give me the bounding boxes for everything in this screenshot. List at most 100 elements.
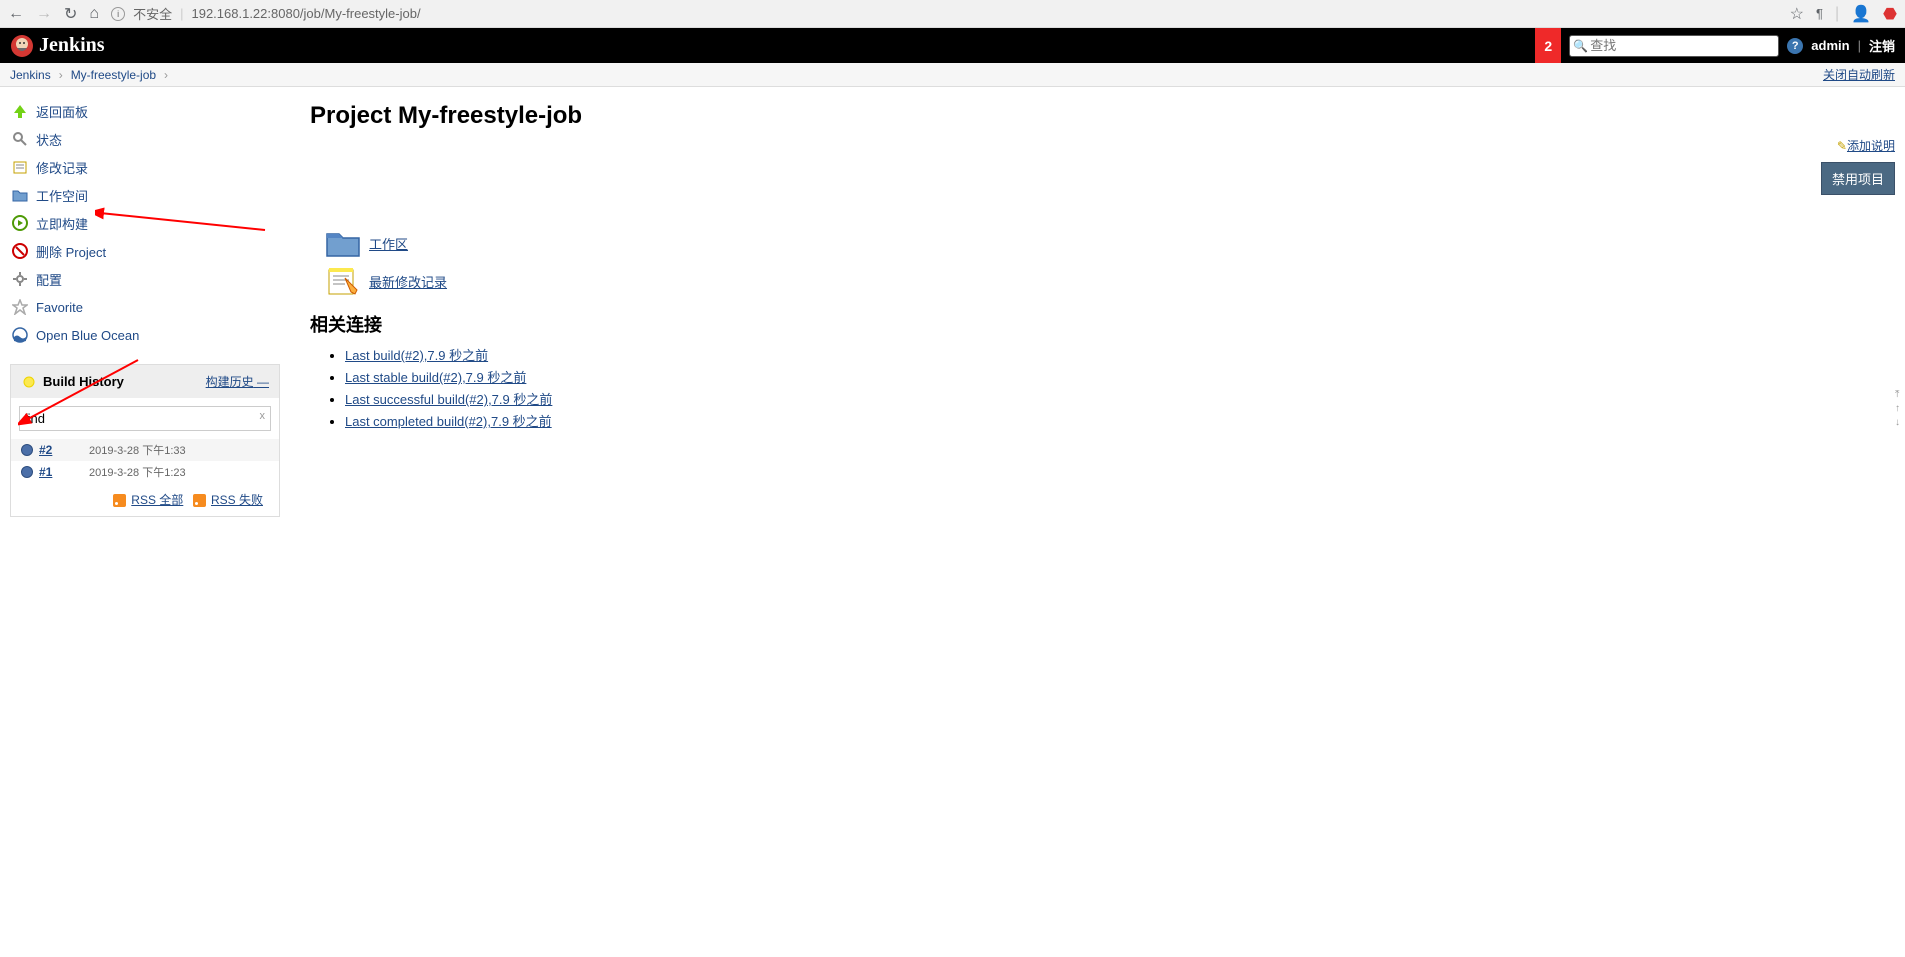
disable-project-button[interactable]: 禁用项目 [1821,162,1895,195]
gear-icon [10,269,30,289]
magnifier-icon [10,129,30,149]
sidebar-item-back[interactable]: 返回面板 [10,97,280,125]
info-icon[interactable]: i [111,7,125,21]
help-icon[interactable]: ? [1787,38,1803,54]
build-date: 2019-3-28 下午1:33 [89,442,186,458]
sidebar-label: 立即构建 [36,214,88,233]
insecure-label: 不安全 [133,4,172,23]
folder-icon [325,228,361,258]
add-description-link[interactable]: 添加说明 [1847,139,1895,153]
breadcrumb-job[interactable]: My-freestyle-job [71,68,156,82]
account-icon[interactable]: 👤 [1851,4,1871,24]
list-item: Last build(#2),7.9 秒之前 [345,345,1885,364]
sidebar-label: 修改记录 [36,158,88,177]
home-icon[interactable]: ⌂ [89,5,99,23]
last-build-link[interactable]: Last build(#2),7.9 秒之前 [345,348,488,363]
workspace-link[interactable]: 工作区 [369,234,408,253]
url-text: 192.168.1.22:8080/job/My-freestyle-job/ [191,6,420,21]
jenkins-logo-text: Jenkins [39,34,105,57]
build-status-icon [21,444,33,456]
sidebar-item-favorite[interactable]: Favorite [10,293,280,321]
rss-icon [193,494,206,507]
breadcrumb-root[interactable]: Jenkins [10,68,51,82]
notepad-edit-icon [325,266,361,296]
build-number-link[interactable]: #2 [39,443,69,457]
build-date: 2019-3-28 下午1:23 [89,464,186,480]
edit-icon: ✎ [1837,139,1847,153]
ext-icon[interactable]: ⬣ [1883,4,1897,24]
last-successful-build-link[interactable]: Last successful build(#2),7.9 秒之前 [345,392,552,407]
star-icon[interactable]: ☆ [1790,4,1804,24]
build-status-icon [21,466,33,478]
sidebar-item-configure[interactable]: 配置 [10,265,280,293]
star-icon [10,297,30,317]
jenkins-header: Jenkins 2 🔍 ? admin | 注销 [0,28,1905,63]
sidebar: 返回面板 状态 修改记录 工作空间 立即构建 删除 Project 配置 Fa [0,87,290,527]
list-item: Last completed build(#2),7.9 秒之前 [345,411,1885,430]
sidebar-item-changes[interactable]: 修改记录 [10,153,280,181]
sidebar-label: 状态 [36,130,62,149]
search-icon: 🔍 [1573,39,1588,53]
auto-refresh-toggle[interactable]: 关闭自动刷新 [1823,68,1895,82]
blue-ocean-icon [10,325,30,345]
sidebar-label: 返回面板 [36,102,88,121]
browser-nav: ← → ↻ ⌂ [8,4,99,24]
build-history-title: Build History [43,374,124,389]
build-trend-link[interactable]: 构建历史 — [206,373,269,390]
changes-link-row: 最新修改记录 [325,266,1885,296]
main-panel: Project My-freestyle-job ✎添加说明 禁用项目 工作区 … [290,87,1905,527]
page-title: Project My-freestyle-job [310,102,1885,130]
rss-row: RSS 全部 RSS 失败 [11,483,279,516]
folder-icon [10,185,30,205]
chevron-right-icon: › [164,68,168,82]
rss-all-link[interactable]: RSS 全部 [131,493,183,507]
browser-toolbar: ← → ↻ ⌂ i 不安全 | 192.168.1.22:8080/job/My… [0,0,1905,28]
recent-changes-link[interactable]: 最新修改记录 [369,272,447,291]
add-description: ✎添加说明 [1837,137,1895,154]
last-completed-build-link[interactable]: Last completed build(#2),7.9 秒之前 [345,414,552,429]
sidebar-item-delete[interactable]: 删除 Project [10,237,280,265]
related-links-title: 相关连接 [310,311,1885,337]
clock-play-icon [10,213,30,233]
jenkins-logo-icon [10,34,34,58]
sidebar-item-blue-ocean[interactable]: Open Blue Ocean [10,321,280,349]
related-links-list: Last build(#2),7.9 秒之前 Last stable build… [345,345,1885,430]
chevron-right-icon: › [59,68,63,82]
build-history-panel: Build History 构建历史 — x #2 2019-3-28 下午1:… [10,364,280,517]
jenkins-logo[interactable]: Jenkins [10,34,105,58]
reload-icon[interactable]: ↻ [64,4,77,24]
notepad-icon [10,157,30,177]
clear-input-icon[interactable]: x [260,410,266,422]
back-icon[interactable]: ← [8,5,24,23]
sidebar-item-status[interactable]: 状态 [10,125,280,153]
user-link[interactable]: admin [1811,38,1849,53]
build-history-header: Build History 构建历史 — [11,365,279,398]
forward-icon[interactable]: → [36,5,52,23]
sidebar-label: 工作空间 [36,186,88,205]
up-arrow-icon [10,101,30,121]
list-item: Last successful build(#2),7.9 秒之前 [345,389,1885,408]
url-bar[interactable]: i 不安全 | 192.168.1.22:8080/job/My-freesty… [111,4,1778,23]
sidebar-item-workspace[interactable]: 工作空间 [10,181,280,209]
list-item: Last stable build(#2),7.9 秒之前 [345,367,1885,386]
last-stable-build-link[interactable]: Last stable build(#2),7.9 秒之前 [345,370,526,385]
rss-icon [113,494,126,507]
translate-icon[interactable]: ¶ [1816,6,1823,21]
notification-badge[interactable]: 2 [1535,28,1561,63]
delete-icon [10,241,30,261]
breadcrumb: Jenkins › My-freestyle-job › 关闭自动刷新 [0,63,1905,87]
sidebar-label: 删除 Project [36,242,106,261]
build-number-link[interactable]: #1 [39,465,69,479]
logout-link[interactable]: 注销 [1869,36,1895,55]
browser-actions: ☆ ¶ | 👤 ⬣ [1790,4,1897,24]
sidebar-label: 配置 [36,270,62,289]
build-row[interactable]: #2 2019-3-28 下午1:33 [11,439,279,461]
workspace-link-row: 工作区 [325,228,1885,258]
build-find-input[interactable] [19,406,271,431]
rss-fail-link[interactable]: RSS 失败 [211,493,263,507]
sidebar-label: Open Blue Ocean [36,328,139,343]
sun-icon [21,374,37,390]
search-input[interactable] [1569,35,1779,57]
sidebar-item-build-now[interactable]: 立即构建 [10,209,280,237]
build-row[interactable]: #1 2019-3-28 下午1:23 [11,461,279,483]
